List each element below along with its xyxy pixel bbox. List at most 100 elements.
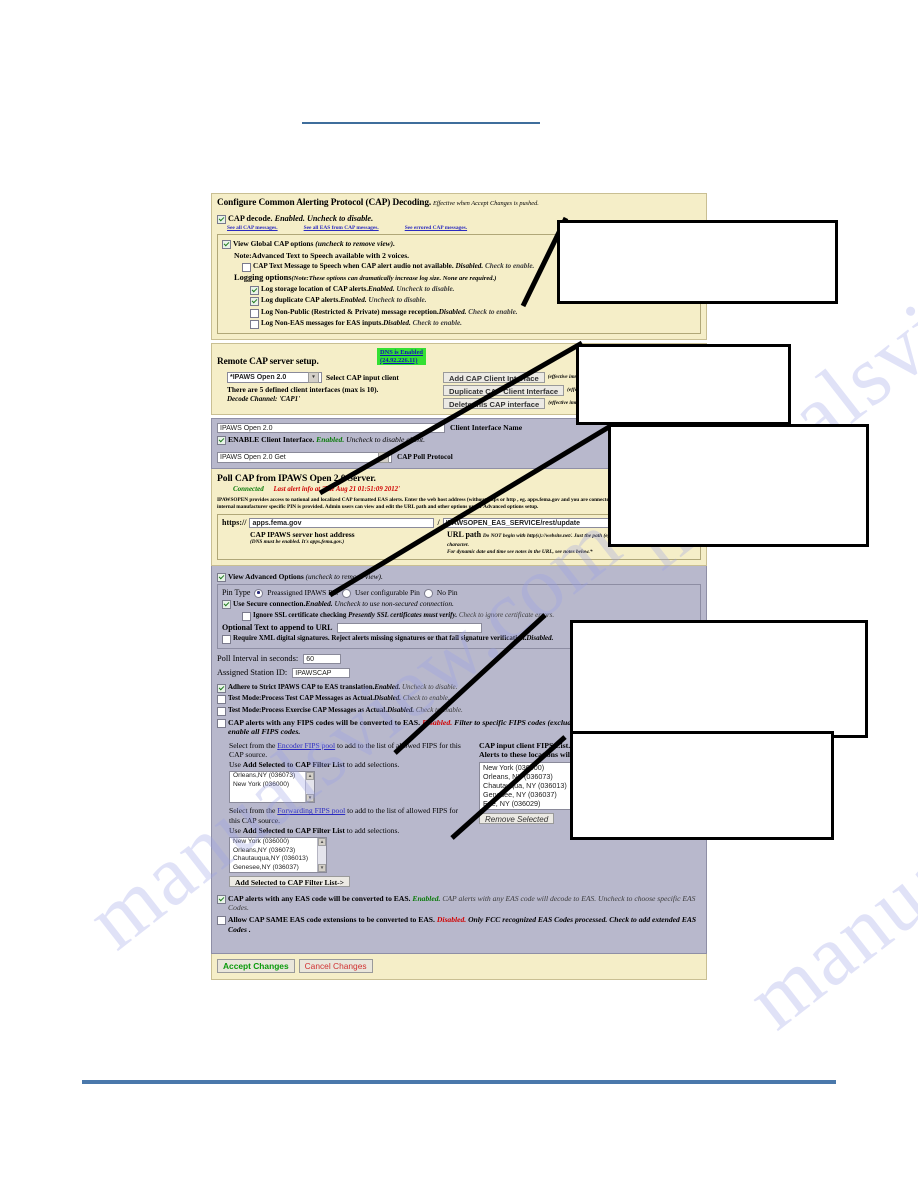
convert-any-eas-code-checkbox[interactable] xyxy=(217,894,226,904)
top-divider-rule xyxy=(302,122,540,124)
logging-note: (Note:These options can dramatically inc… xyxy=(291,275,497,283)
poll-interval-input[interactable]: 60 xyxy=(303,654,342,665)
secure-connection-label: Use Secure connection. xyxy=(233,599,306,609)
enable-client-interface-checkbox[interactable] xyxy=(217,435,226,445)
ignore-ssl-checkbox[interactable] xyxy=(242,611,251,621)
log-non-public-checkbox[interactable] xyxy=(250,308,259,318)
pin-preassigned-radio[interactable] xyxy=(254,588,264,598)
require-xml-signatures-checkbox[interactable] xyxy=(222,635,231,645)
decode-channel-label: Decode Channel: 'CAP1' xyxy=(227,394,301,403)
log-option-hint: Check to enable. xyxy=(412,319,462,328)
adhere-strict-ipaws-checkbox[interactable] xyxy=(217,683,226,693)
cap-input-client-select[interactable]: *IPAWS Open 2.0 ▾ xyxy=(227,371,322,383)
any-eas-state: Enabled. xyxy=(412,893,441,903)
cancel-changes-button[interactable]: Cancel Changes xyxy=(298,958,373,974)
log-non-eas-checkbox[interactable] xyxy=(250,320,259,330)
cap-configuration-screenshot: Configure Common Alerting Protocol (CAP)… xyxy=(211,193,707,981)
add-cap-client-interface-button[interactable]: Add CAP Client Interface xyxy=(443,371,545,383)
cap-host-address-input[interactable]: apps.fema.gov xyxy=(249,518,435,529)
dns-status-badge[interactable]: DNS is Enabled (24.92.226.11) xyxy=(377,348,426,366)
delete-cap-interface-button[interactable]: Delete this CAP interface xyxy=(443,397,546,409)
enable-client-state: Enabled. xyxy=(316,434,345,444)
accept-changes-button[interactable]: Accept Changes xyxy=(217,958,295,974)
pin-none-label: No Pin xyxy=(436,588,458,598)
use-secure-connection-checkbox[interactable] xyxy=(222,600,231,610)
log-storage-location-checkbox[interactable] xyxy=(250,285,259,295)
view-advanced-row[interactable]: View Advanced Options (uncheck to remove… xyxy=(217,572,701,582)
link-all-eas-from-cap[interactable]: See all EAS from CAP messages. xyxy=(304,225,379,232)
view-advanced-options-checkbox[interactable] xyxy=(217,572,226,582)
forwarding-fips-listbox[interactable]: New York (036000) Orleans,NY (036073) Ch… xyxy=(229,837,327,874)
encoder-use-bold: Add Selected to CAP Filter List xyxy=(242,760,345,770)
secure-connection-row[interactable]: Use Secure connection.Enabled. Uncheck t… xyxy=(222,599,696,610)
encoder-fips-pool-link[interactable]: Encoder FIPS pool xyxy=(277,741,335,750)
forwarding-fips-pool-link[interactable]: Forwarding FIPS pool xyxy=(277,806,345,815)
station-id-input[interactable]: IPAWSCAP xyxy=(292,668,351,679)
cap-decode-checkbox[interactable] xyxy=(217,215,226,225)
cap-poll-protocol-value: IPAWS Open 2.0 Get xyxy=(220,453,286,461)
client-interface-name-input[interactable]: IPAWS Open 2.0 xyxy=(217,422,445,433)
chevron-down-icon: ▾ xyxy=(308,371,319,383)
encoder-fips-listbox[interactable]: Orleans,NY (036073) New York (036000) ▲ … xyxy=(229,771,315,804)
link-errored-cap-messages[interactable]: See errored CAP messages. xyxy=(405,225,467,232)
scroll-up-icon[interactable]: ▲ xyxy=(306,772,314,781)
allow-same-eas-extensions-checkbox[interactable] xyxy=(217,916,226,926)
list-item[interactable]: Orleans,NY (036073) xyxy=(230,772,314,781)
poll-interval-label: Poll Interval in seconds: xyxy=(217,654,299,664)
pin-user-configurable-radio[interactable] xyxy=(342,588,351,598)
list-item[interactable]: Orleans,NY (036073) xyxy=(230,847,326,856)
any-eas-code-row[interactable]: CAP alerts with any EAS code will be con… xyxy=(217,894,701,913)
duplicate-cap-client-interface-button[interactable]: Duplicate CAP Client Interface xyxy=(443,384,565,396)
list-item[interactable]: New York (036000) xyxy=(230,781,314,790)
cap-tts-state: Disabled. xyxy=(455,261,484,270)
link-all-cap-messages[interactable]: See all CAP messages. xyxy=(227,225,278,232)
log-option-state: Enabled. xyxy=(368,284,395,293)
cap-decode-hint: Uncheck to disable. xyxy=(306,214,374,224)
convert-all-fips-checkbox[interactable] xyxy=(217,718,226,728)
add-selected-to-cap-filter-button[interactable]: Add Selected to CAP Filter List-> xyxy=(229,876,351,888)
url-scheme-label: https:// xyxy=(222,518,247,528)
log-option-hint: Check to enable. xyxy=(468,307,518,316)
ignore-ssl-label: Ignore SSL certificate checking xyxy=(253,610,347,619)
station-id-label: Assigned Station ID: xyxy=(217,668,288,678)
cap-decoding-title: Configure Common Alerting Protocol (CAP)… xyxy=(217,198,701,209)
scrollbar[interactable]: ▲ ▼ xyxy=(317,838,326,873)
client-interface-name-label: Client Interface Name xyxy=(450,423,523,433)
log-option-row[interactable]: Log Non-Public (Restricted & Private) me… xyxy=(250,308,696,318)
log-option-row[interactable]: Log Non-EAS messages for EAS inputs.Disa… xyxy=(250,319,696,330)
dns-status-line1[interactable]: DNS is Enabled xyxy=(380,349,423,356)
pin-none-radio[interactable] xyxy=(423,588,433,598)
encoder-use-prefix: Use xyxy=(229,760,241,770)
scroll-up-icon[interactable]: ▲ xyxy=(318,838,326,847)
same-ext-row[interactable]: Allow CAP SAME EAS code extensions to be… xyxy=(217,915,701,934)
test-mode-test-checkbox[interactable] xyxy=(217,695,226,705)
scroll-down-icon[interactable]: ▼ xyxy=(306,794,314,803)
scrollbar[interactable]: ▲ ▼ xyxy=(305,772,314,803)
list-item[interactable]: Chautauqua,NY (036013) xyxy=(230,855,326,864)
fips-all-label: CAP alerts with any FIPS codes will be c… xyxy=(228,717,421,727)
form-actions-bar: Accept Changes Cancel Changes xyxy=(211,953,707,981)
cap-poll-protocol-select[interactable]: IPAWS Open 2.0 Get ▾ xyxy=(217,451,392,463)
list-item[interactable]: Genesee,NY (036037) xyxy=(230,864,326,872)
cap-tts-label: CAP Text Message to Speech when CAP aler… xyxy=(253,261,454,270)
log-duplicate-alerts-checkbox[interactable] xyxy=(250,297,259,307)
view-global-label: View Global CAP options xyxy=(233,239,314,249)
callout-box-5 xyxy=(570,731,834,840)
host-subcaption: (DNS must be enabled. It's apps.fema.gov… xyxy=(250,539,345,546)
test-mode-exercise-state: Disabled. xyxy=(387,705,415,714)
log-option-hint: Uncheck to disable. xyxy=(368,296,427,305)
list-item[interactable]: New York (036000) xyxy=(230,838,326,847)
cap-tts-checkbox[interactable] xyxy=(242,262,251,272)
test-mode-exercise-checkbox[interactable] xyxy=(217,706,226,716)
log-option-label: Log Non-EAS messages for EAS inputs. xyxy=(261,319,384,328)
dns-status-line2[interactable]: (24.92.226.11) xyxy=(380,357,423,364)
ignore-ssl-state: Presently SSL certificates must verify. xyxy=(348,610,458,619)
scroll-down-icon[interactable]: ▼ xyxy=(318,864,326,873)
optional-text-input[interactable] xyxy=(337,622,483,633)
log-option-label: Log Non-Public (Restricted & Private) me… xyxy=(261,307,439,316)
view-global-cap-checkbox[interactable] xyxy=(222,240,231,250)
remove-selected-button[interactable]: Remove Selected xyxy=(479,812,555,824)
path-caption: URL path xyxy=(447,530,482,540)
page-title: Configure Common Alerting Protocol (CAP)… xyxy=(217,198,432,208)
url-path-separator: / xyxy=(437,518,440,528)
